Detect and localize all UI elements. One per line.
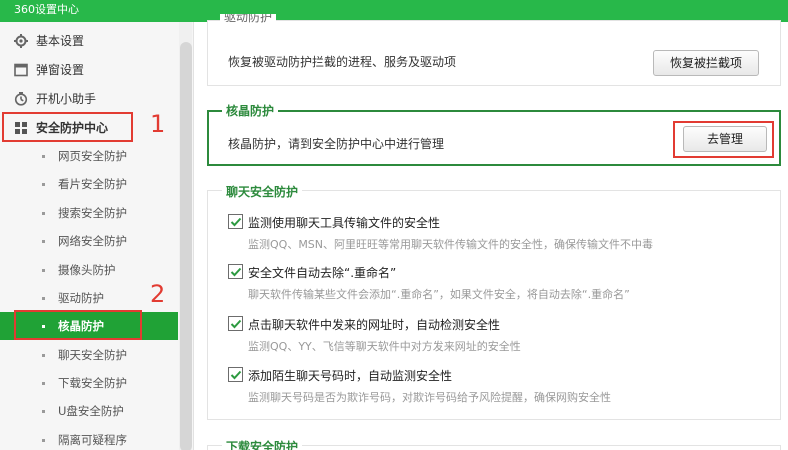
- sidebar-subitem-search[interactable]: 搜索安全防护: [0, 199, 178, 227]
- annotation-number-2: 2: [150, 280, 166, 308]
- annotation-box-1: [2, 112, 133, 142]
- sidebar-subitem-usb[interactable]: U盘安全防护: [0, 397, 178, 425]
- chat-option-file-transfer: 监测使用聊天工具传输文件的安全性 监测QQ、MSN、阿里旺旺等常用聊天软件传输文…: [228, 214, 768, 254]
- sidebar-subitem-label: 驱动防护: [58, 291, 104, 305]
- sidebar-item-label: 开机小助手: [36, 92, 97, 106]
- chat-option-url-check: 点击聊天软件中发来的网址时，自动检测安全性 监测QQ、YY、飞信等聊天软件中对方…: [228, 316, 768, 356]
- chat-protection-title: 聊天安全防护: [222, 183, 303, 200]
- sidebar-subitem-quarantine[interactable]: 隔离可疑程序: [0, 426, 178, 450]
- sidebar-subitem-download[interactable]: 下载安全防护: [0, 369, 178, 397]
- sidebar-subitem-label: 网络安全防护: [58, 234, 127, 248]
- sidebar-subitem-web[interactable]: 网页安全防护: [0, 142, 178, 170]
- restore-blocked-items-button[interactable]: 恢复被拦截项: [653, 50, 759, 76]
- window-icon: [14, 63, 28, 77]
- driver-protection-desc: 恢复被驱动防护拦截的进程、服务及驱动项: [228, 55, 457, 69]
- sidebar-subitem-network[interactable]: 网络安全防护: [0, 227, 178, 255]
- checkmark-icon: [230, 267, 242, 277]
- bullet-dot: [42, 155, 45, 158]
- power-clock-icon: [14, 92, 28, 106]
- core-protection-desc: 核晶防护，请到安全防护中心中进行管理: [228, 137, 445, 151]
- sidebar-scrollbar-thumb[interactable]: [180, 42, 192, 450]
- url-check-checkbox[interactable]: [228, 316, 243, 331]
- checkmark-icon: [230, 319, 242, 329]
- chat-option-rename: 安全文件自动去除“.重命名” 聊天软件传输某些文件会添加“.重命名”，如果文件安…: [228, 264, 768, 304]
- gear-icon: [14, 34, 28, 48]
- stranger-number-label: 添加陌生聊天号码时，自动监测安全性: [248, 369, 453, 383]
- sidebar-item-popup-settings[interactable]: 弹窗设置: [0, 56, 176, 84]
- bullet-dot: [42, 240, 45, 243]
- url-check-desc: 监测QQ、YY、飞信等聊天软件中对方发来网址的安全性: [248, 340, 521, 353]
- core-protection-title: 核晶防护: [222, 102, 279, 119]
- bullet-dot: [42, 439, 45, 442]
- bullet-dot: [42, 183, 45, 186]
- sidebar-item-label: 基本设置: [36, 34, 85, 48]
- chat-option-stranger-number: 添加陌生聊天号码时，自动监测安全性 监测聊天号码是否为欺诈号码，对欺诈号码给予风…: [228, 367, 768, 407]
- sidebar-subitem-video[interactable]: 看片安全防护: [0, 170, 178, 198]
- annotation-box-2: [14, 310, 142, 340]
- sidebar-subitem-label: 下载安全防护: [58, 376, 127, 390]
- checkmark-icon: [230, 370, 242, 380]
- sidebar-subitem-label: 看片安全防护: [58, 177, 127, 191]
- file-transfer-desc: 监测QQ、MSN、阿里旺旺等常用聊天软件传输文件的安全性，确保传输文件不中毒: [248, 238, 654, 251]
- annotation-number-1: 1: [150, 110, 166, 138]
- go-manage-button[interactable]: 去管理: [683, 126, 767, 152]
- sidebar-subitem-label: 隔离可疑程序: [58, 433, 127, 447]
- bullet-dot: [42, 354, 45, 357]
- rename-label: 安全文件自动去除“.重命名”: [248, 266, 397, 280]
- stranger-number-checkbox[interactable]: [228, 367, 243, 382]
- sidebar-item-basic-settings[interactable]: 基本设置: [0, 27, 176, 55]
- sidebar-subitem-label: 网页安全防护: [58, 149, 127, 163]
- file-transfer-label: 监测使用聊天工具传输文件的安全性: [248, 216, 441, 230]
- window-titlebar: 360设置中心: [0, 0, 788, 22]
- sidebar-item-label: 弹窗设置: [36, 63, 85, 77]
- sidebar-subitem-label: U盘安全防护: [58, 404, 124, 418]
- bullet-dot: [42, 212, 45, 215]
- file-transfer-checkbox[interactable]: [228, 214, 243, 229]
- sidebar-subitem-label: 聊天安全防护: [58, 348, 127, 362]
- window-title: 360设置中心: [14, 3, 79, 16]
- stranger-number-desc: 监测聊天号码是否为欺诈号码，对欺诈号码给予风险提醒，确保网购安全性: [248, 391, 611, 404]
- checkmark-icon: [230, 217, 242, 227]
- bullet-dot: [42, 269, 45, 272]
- sidebar-item-boot-assistant[interactable]: 开机小助手: [0, 85, 176, 113]
- sidebar: 基本设置 弹窗设置 开机小助手 安全防护中心 网页安全防护 看片安全防护 搜索安…: [0, 22, 194, 450]
- rename-checkbox[interactable]: [228, 264, 243, 279]
- sidebar-subitem-label: 搜索安全防护: [58, 206, 127, 220]
- bullet-dot: [42, 410, 45, 413]
- sidebar-subitem-label: 摄像头防护: [58, 263, 116, 277]
- download-protection-title: 下载安全防护: [222, 438, 303, 450]
- driver-protection-title: 驱动防护: [220, 14, 277, 26]
- bullet-dot: [42, 297, 45, 300]
- sidebar-subitem-chat[interactable]: 聊天安全防护: [0, 341, 178, 369]
- rename-desc: 聊天软件传输某些文件会添加“.重命名”，如果文件安全，将自动去除“.重命名”: [248, 288, 630, 301]
- bullet-dot: [42, 382, 45, 385]
- url-check-label: 点击聊天软件中发来的网址时，自动检测安全性: [248, 318, 501, 332]
